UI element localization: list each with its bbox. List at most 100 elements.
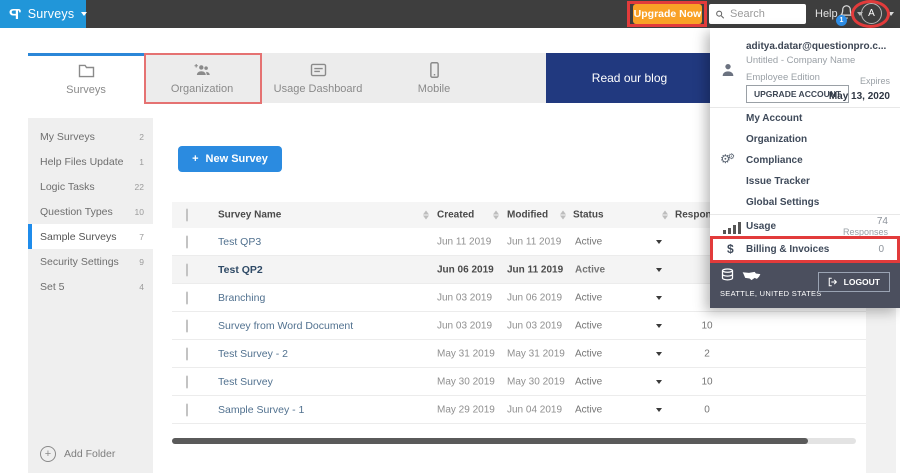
- menu-item-organization[interactable]: Organization: [746, 134, 807, 145]
- account-avatar[interactable]: A: [861, 3, 882, 24]
- folder-count: 7: [139, 231, 144, 242]
- menu-item-billing-invoices[interactable]: $ Billing & Invoices 0: [710, 237, 900, 263]
- folder-label: Question Types: [40, 205, 113, 218]
- row-checkbox[interactable]: [186, 347, 188, 360]
- folder-label: Logic Tasks: [40, 180, 95, 193]
- status-value: Active: [575, 404, 603, 415]
- responses-count: 0: [704, 404, 710, 415]
- horizontal-scrollbar-track[interactable]: [172, 438, 856, 444]
- survey-name-link[interactable]: Test QP2: [218, 264, 263, 276]
- divider: [710, 214, 900, 215]
- status-dropdown-icon[interactable]: [656, 295, 662, 300]
- row-checkbox[interactable]: [186, 319, 188, 332]
- questionpro-logo-icon: Ƥ: [9, 5, 21, 23]
- folder-label: My Surveys: [40, 130, 95, 143]
- logout-button[interactable]: LOGOUT: [817, 272, 890, 292]
- sort-status-icon[interactable]: [560, 210, 566, 220]
- notification-count-badge: 1: [836, 15, 847, 26]
- row-checkbox[interactable]: [186, 403, 188, 416]
- status-dropdown-icon[interactable]: [656, 351, 662, 356]
- table-row: Sample Survey - 1 May 29 2019 Jun 04 201…: [172, 396, 866, 424]
- tab-label: Mobile: [417, 82, 451, 95]
- modified-date: Jun 06 2019: [507, 292, 563, 303]
- header-modified[interactable]: Modified: [507, 210, 548, 221]
- expires-block: Expires May 13, 2020: [829, 76, 890, 104]
- survey-name-link[interactable]: Branching: [218, 292, 265, 304]
- row-checkbox[interactable]: [186, 235, 188, 248]
- folder-count: 2: [139, 131, 144, 142]
- menu-item-my-account[interactable]: My Account: [746, 113, 802, 124]
- status-dropdown-icon[interactable]: [656, 267, 662, 272]
- add-folder-label: Add Folder: [64, 448, 116, 460]
- created-date: Jun 11 2019: [437, 236, 492, 247]
- status-value: Active: [575, 320, 603, 331]
- header-created[interactable]: Created: [437, 210, 474, 221]
- menu-item-global-settings[interactable]: Global Settings: [746, 197, 819, 208]
- usage-unit: Responses: [842, 227, 888, 237]
- modified-date: May 31 2019: [507, 348, 565, 359]
- modified-date: Jun 04 2019: [507, 404, 563, 415]
- sort-modified-icon[interactable]: [493, 210, 499, 220]
- folder-label: Security Settings: [40, 255, 119, 268]
- status-dropdown-icon[interactable]: [656, 239, 662, 244]
- horizontal-scrollbar-thumb[interactable]: [172, 438, 808, 444]
- account-edition: Employee Edition: [746, 72, 820, 83]
- tab-surveys[interactable]: Surveys: [28, 53, 144, 103]
- status-dropdown-icon[interactable]: [656, 407, 662, 412]
- folder-list: My Surveys 2 Help Files Update 1 Logic T…: [28, 118, 153, 299]
- survey-name-link[interactable]: Test Survey: [218, 376, 273, 388]
- account-dropdown-panel: aditya.datar@questionpro.c... Untitled -…: [710, 28, 900, 308]
- read-our-blog-button[interactable]: Read our blog: [546, 53, 713, 103]
- tab-mobile[interactable]: Mobile: [376, 53, 492, 103]
- tab-organization[interactable]: Organization: [144, 53, 260, 103]
- sidebar-item-security-settings[interactable]: Security Settings 9: [28, 249, 153, 274]
- survey-name-link[interactable]: Test QP3: [218, 236, 261, 248]
- sidebar-item-logic-tasks[interactable]: Logic Tasks 22: [28, 174, 153, 199]
- select-all-checkbox[interactable]: [186, 208, 188, 222]
- table-row: Test Survey May 30 2019 May 30 2019 Acti…: [172, 368, 866, 396]
- folder-label: Sample Surveys: [40, 230, 117, 243]
- status-dropdown-icon[interactable]: [656, 379, 662, 384]
- sidebar-item-set-5[interactable]: Set 5 4: [28, 274, 153, 299]
- expires-label: Expires: [859, 76, 890, 86]
- status-dropdown-icon[interactable]: [656, 323, 662, 328]
- status-value: Active: [575, 348, 603, 359]
- menu-item-compliance[interactable]: Compliance: [746, 155, 803, 166]
- sidebar-item-help-files-update[interactable]: Help Files Update 1: [28, 149, 153, 174]
- divider: [710, 107, 900, 108]
- folders-sidebar: My Surveys 2 Help Files Update 1 Logic T…: [28, 118, 153, 473]
- menu-item-issue-tracker[interactable]: Issue Tracker: [746, 176, 810, 187]
- mobile-phone-icon: [429, 61, 440, 78]
- row-checkbox[interactable]: [186, 291, 188, 304]
- help-link[interactable]: Help: [815, 8, 838, 20]
- table-row: Survey from Word Document Jun 03 2019 Ju…: [172, 312, 866, 340]
- header-status[interactable]: Status: [573, 210, 604, 221]
- sidebar-item-question-types[interactable]: Question Types 10: [28, 199, 153, 224]
- plus-circle-icon: +: [40, 446, 56, 462]
- account-chevron-icon[interactable]: [888, 12, 894, 16]
- add-folder-button[interactable]: + Add Folder: [40, 446, 115, 462]
- survey-name-link[interactable]: Survey from Word Document: [218, 320, 353, 332]
- server-stack-icon: [720, 268, 735, 287]
- bar-chart-icon: [723, 222, 741, 234]
- product-switcher[interactable]: Ƥ Surveys: [0, 0, 88, 28]
- folder-count: 9: [139, 256, 144, 267]
- tab-usage-dashboard[interactable]: Usage Dashboard: [260, 53, 376, 103]
- new-survey-button[interactable]: + New Survey: [178, 146, 282, 172]
- sidebar-item-sample-surveys[interactable]: Sample Surveys 7: [28, 224, 153, 249]
- modified-date: Jun 11 2019: [507, 236, 562, 247]
- survey-name-link[interactable]: Sample Survey - 1: [218, 404, 304, 416]
- survey-name-link[interactable]: Test Survey - 2: [218, 348, 288, 360]
- header-survey-name: Survey Name: [218, 209, 282, 221]
- datacenter-location: SEATTLE, UNITED STATES: [720, 289, 822, 298]
- search-input[interactable]: [730, 8, 800, 20]
- created-date: May 29 2019: [437, 404, 495, 415]
- created-date: May 30 2019: [437, 376, 495, 387]
- row-checkbox[interactable]: [186, 375, 188, 388]
- row-checkbox[interactable]: [186, 263, 188, 276]
- sort-responses-icon[interactable]: [662, 210, 668, 220]
- sidebar-item-my-surveys[interactable]: My Surveys 2: [28, 124, 153, 149]
- sort-created-icon[interactable]: [423, 210, 429, 220]
- upgrade-now-button[interactable]: Upgrade Now: [633, 4, 702, 24]
- add-people-icon: [193, 62, 211, 78]
